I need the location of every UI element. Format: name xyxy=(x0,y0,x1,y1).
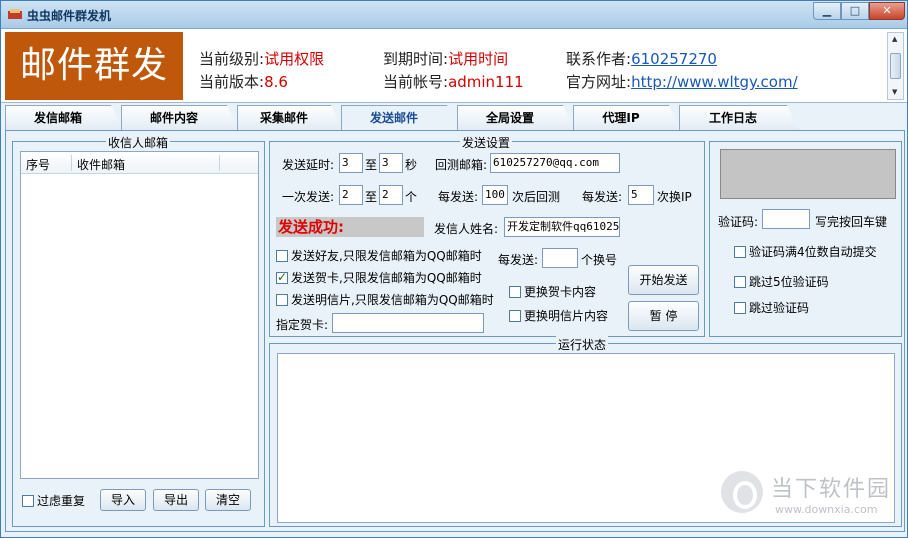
tab-collect-mail[interactable]: 采集邮件 xyxy=(237,105,343,131)
tab-send-mail[interactable]: 发送邮件 xyxy=(341,105,459,132)
captcha-label: 验证码: xyxy=(718,215,759,229)
send-friends-checkbox[interactable]: 发送好友,只限发信邮箱为QQ邮箱时 xyxy=(276,247,482,264)
card-input[interactable] xyxy=(332,313,484,333)
account-switch-label: 每发送: xyxy=(498,253,539,267)
each-send-input[interactable]: 100 xyxy=(482,185,508,205)
reply-email-input[interactable]: 610257270@qq.com xyxy=(490,153,620,173)
start-send-button[interactable]: 开始发送 xyxy=(628,265,699,295)
contact-link[interactable]: 610257270 xyxy=(631,50,717,68)
checkbox-box[interactable] xyxy=(22,495,34,507)
change-card-checkbox[interactable]: 更换贺卡内容 xyxy=(509,283,596,300)
log-group-title: 运行状态 xyxy=(556,336,609,353)
filter-duplicates-checkbox[interactable]: 过虑重复 xyxy=(22,492,85,509)
delay-from-input[interactable]: 3 xyxy=(339,153,363,173)
header-scrollbar[interactable]: ▲ ▼ xyxy=(887,32,904,100)
delay-label: 发送延时: xyxy=(282,158,335,172)
captcha-input[interactable] xyxy=(762,209,810,229)
col-index-header[interactable]: 序号 xyxy=(26,156,50,173)
captcha-auto-submit-checkbox[interactable]: 验证码满4位数自动提交 xyxy=(734,243,877,260)
batch-to-input[interactable]: 2 xyxy=(379,185,403,205)
scroll-down-icon[interactable]: ▼ xyxy=(892,88,897,96)
header-banner: 邮件群发 当前级别:试用权限 当前版本:8.6 到期时间:试用时间 当前帐号:a… xyxy=(1,29,907,103)
each-send-suffix: 次后回测 xyxy=(512,190,561,204)
tab-bar: 发信邮箱 邮件内容 采集邮件 发送邮件 全局设置 代理IP 工作日志 xyxy=(5,105,905,131)
expire-info: 到期时间:试用时间 xyxy=(383,50,509,68)
site-link[interactable]: http://www.wltgy.com/ xyxy=(631,73,798,91)
export-button[interactable]: 导出 xyxy=(153,489,199,511)
pause-button[interactable]: 暂 停 xyxy=(628,301,699,331)
level-info: 当前级别:试用权限 xyxy=(199,50,325,68)
send-card-checkbox[interactable]: 发送贺卡,只限发信邮箱为QQ邮箱时 xyxy=(276,269,482,286)
tab-mail-content[interactable]: 邮件内容 xyxy=(121,105,239,131)
captcha-image[interactable] xyxy=(720,149,896,199)
recipient-list-header: 序号 收件邮箱 xyxy=(21,152,258,174)
account-info: 当前帐号:admin111 xyxy=(383,73,524,91)
reply-email-label: 回测邮箱: xyxy=(435,158,488,172)
sender-name-input[interactable]: 开发定制软件qq61025 xyxy=(504,217,620,237)
scroll-thumb[interactable] xyxy=(890,53,901,79)
maximize-button[interactable]: □ xyxy=(841,2,869,20)
change-postcard-checkbox[interactable]: 更换明信片内容 xyxy=(509,307,608,324)
col-email-header[interactable]: 收件邮箱 xyxy=(77,156,125,173)
each-send-label: 每发送: xyxy=(438,190,479,204)
ip-send-suffix: 次换IP xyxy=(657,190,692,204)
delay-to-label: 至 xyxy=(365,158,378,172)
tab-sender-mailbox[interactable]: 发信邮箱 xyxy=(5,105,123,131)
batch-unit-label: 个 xyxy=(405,190,418,204)
recipients-group-title: 收信人邮箱 xyxy=(106,134,171,151)
import-button[interactable]: 导入 xyxy=(100,489,146,511)
delay-unit-label: 秒 xyxy=(405,158,418,172)
close-button[interactable]: ✕ xyxy=(869,2,905,20)
main-window: 虫虫邮件群发机 ▁ □ ✕ 邮件群发 当前级别:试用权限 当前版本:8.6 到期… xyxy=(0,0,908,538)
app-icon xyxy=(8,9,22,19)
contact-info: 联系作者:610257270 xyxy=(566,50,717,68)
send-postcard-checkbox[interactable]: 发送明信片,只限发信邮箱为QQ邮箱时 xyxy=(276,291,494,308)
skip-captcha-checkbox[interactable]: 跳过验证码 xyxy=(734,299,809,316)
ip-send-label: 每发送: xyxy=(582,190,623,204)
skip-5digit-captcha-checkbox[interactable]: 跳过5位验证码 xyxy=(734,273,829,290)
version-info: 当前版本:8.6 xyxy=(199,73,288,91)
account-switch-input[interactable] xyxy=(542,248,578,268)
captcha-hint: 写完按回车键 xyxy=(815,215,888,229)
minimize-button[interactable]: ▁ xyxy=(813,2,841,20)
site-info: 官方网址:http://www.wltgy.com/ xyxy=(566,73,798,91)
recipient-list[interactable]: 序号 收件邮箱 xyxy=(20,151,259,479)
watermark-logo-icon xyxy=(721,471,763,513)
batch-label: 一次发送: xyxy=(282,190,335,204)
send-settings-title: 发送设置 xyxy=(460,134,513,151)
title-bar[interactable]: 虫虫邮件群发机 ▁ □ ✕ xyxy=(1,1,907,29)
window-title: 虫虫邮件群发机 xyxy=(27,9,112,23)
card-label: 指定贺卡: xyxy=(276,318,329,332)
ip-send-input[interactable]: 5 xyxy=(628,185,654,205)
batch-from-input[interactable]: 2 xyxy=(339,185,363,205)
delay-to-input[interactable]: 3 xyxy=(379,153,403,173)
tab-proxy-ip[interactable]: 代理IP xyxy=(573,105,681,131)
account-switch-suffix: 个换号 xyxy=(581,253,618,267)
send-status-text: 发送成功: xyxy=(276,217,424,237)
app-logo: 邮件群发 xyxy=(5,32,183,100)
scroll-up-icon[interactable]: ▲ xyxy=(892,35,897,43)
sender-name-label: 发信人姓名: xyxy=(434,222,499,236)
tab-global-settings[interactable]: 全局设置 xyxy=(457,105,575,131)
site-watermark: 当下软件园 www.downxia.com xyxy=(721,469,901,531)
batch-to-label: 至 xyxy=(365,190,378,204)
clear-button[interactable]: 清空 xyxy=(205,489,251,511)
tab-work-log[interactable]: 工作日志 xyxy=(679,105,799,131)
